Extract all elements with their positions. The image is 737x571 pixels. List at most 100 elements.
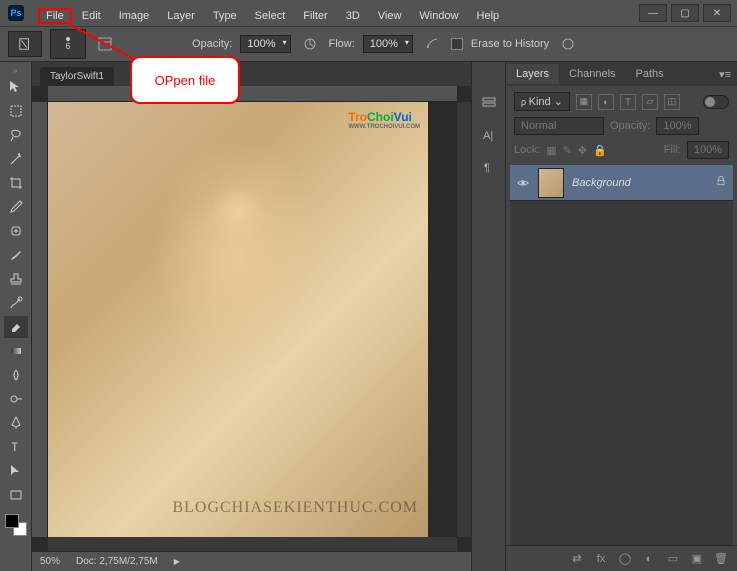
app-icon: Ps: [8, 5, 24, 21]
lasso-tool[interactable]: [4, 124, 28, 146]
image-watermark-bottom: BLOGCHIASEKIENTHUC.COM: [172, 499, 418, 517]
pen-tool[interactable]: [4, 412, 28, 434]
airbrush-icon[interactable]: [421, 33, 443, 55]
canvas[interactable]: TroChoiVui WWW.TROCHOIVUI.COM BLOGCHIASE…: [48, 102, 457, 537]
opacity-select[interactable]: 100%: [240, 35, 290, 53]
heal-tool[interactable]: [4, 220, 28, 242]
paths-tab[interactable]: Paths: [626, 64, 674, 84]
blend-mode-select[interactable]: Normal: [514, 117, 604, 135]
visibility-icon[interactable]: [516, 176, 530, 190]
blur-tool[interactable]: [4, 364, 28, 386]
minimize-button[interactable]: —: [639, 4, 667, 22]
adjustment-layer-icon[interactable]: ◐: [641, 551, 657, 567]
main-area: » T TaylorSwift1: [0, 62, 737, 571]
marquee-tool[interactable]: [4, 100, 28, 122]
filter-shape-icon[interactable]: ▱: [642, 94, 658, 110]
layer-row[interactable]: Background: [510, 165, 733, 201]
opacity-label: Opacity:: [192, 38, 232, 50]
move-tool[interactable]: [4, 76, 28, 98]
paragraph-panel-icon[interactable]: ¶: [478, 156, 500, 178]
menu-layer[interactable]: Layer: [159, 8, 203, 24]
pressure-size-icon[interactable]: [557, 33, 579, 55]
panel-menu-icon[interactable]: ▾≡: [713, 68, 737, 81]
erase-history-checkbox[interactable]: [451, 38, 463, 50]
maximize-button[interactable]: ▢: [671, 4, 699, 22]
layer-style-icon[interactable]: fx: [593, 551, 609, 567]
history-panel-icon[interactable]: [478, 92, 500, 114]
gradient-tool[interactable]: [4, 340, 28, 362]
zoom-level[interactable]: 50%: [40, 556, 60, 567]
group-icon[interactable]: ▭: [665, 551, 681, 567]
menu-3d[interactable]: 3D: [338, 8, 368, 24]
shape-tool[interactable]: [4, 484, 28, 506]
collapsed-panels: A| ¶: [471, 62, 505, 571]
menu-help[interactable]: Help: [469, 8, 508, 24]
menu-window[interactable]: Window: [411, 8, 466, 24]
menu-type[interactable]: Type: [205, 8, 245, 24]
color-swatches[interactable]: [5, 514, 27, 536]
document-tab[interactable]: TaylorSwift1: [40, 67, 114, 86]
character-panel-icon[interactable]: A|: [478, 124, 500, 146]
options-bar: 6 Opacity: 100% Flow: 100% Erase to Hist…: [0, 26, 737, 62]
annotation-callout: OPpen file: [130, 56, 240, 104]
lock-all-icon[interactable]: 🔒: [593, 144, 607, 157]
menu-image[interactable]: Image: [111, 8, 158, 24]
vertical-ruler[interactable]: [32, 102, 48, 537]
document-image: TroChoiVui WWW.TROCHOIVUI.COM BLOGCHIASE…: [48, 102, 428, 537]
svg-text:¶: ¶: [484, 162, 490, 174]
svg-text:A|: A|: [483, 130, 493, 142]
menu-view[interactable]: View: [370, 8, 410, 24]
vertical-scrollbar[interactable]: [457, 102, 471, 537]
stamp-tool[interactable]: [4, 268, 28, 290]
eyedropper-tool[interactable]: [4, 196, 28, 218]
type-tool[interactable]: T: [4, 436, 28, 458]
foreground-color-swatch[interactable]: [5, 514, 19, 528]
new-layer-icon[interactable]: ▣: [689, 551, 705, 567]
document-area: TaylorSwift1 TroChoiVui WWW.TROCHOIVUI.C…: [32, 62, 471, 571]
layer-thumbnail[interactable]: [538, 168, 564, 198]
filter-toggle[interactable]: [703, 95, 729, 109]
menu-filter[interactable]: Filter: [295, 8, 335, 24]
lock-pixels-icon[interactable]: ✎: [563, 144, 572, 157]
menu-edit[interactable]: Edit: [74, 8, 109, 24]
pressure-opacity-icon[interactable]: [299, 33, 321, 55]
tool-preset-picker[interactable]: [8, 31, 42, 57]
crop-tool[interactable]: [4, 172, 28, 194]
brush-preset-picker[interactable]: 6: [50, 29, 86, 59]
channels-tab[interactable]: Channels: [559, 64, 625, 84]
tools-panel: » T: [0, 62, 32, 571]
menu-select[interactable]: Select: [247, 8, 294, 24]
filter-type-icon[interactable]: T: [620, 94, 636, 110]
history-brush-tool[interactable]: [4, 292, 28, 314]
lock-transparent-icon[interactable]: ▦: [546, 144, 556, 157]
filter-smart-icon[interactable]: ◫: [664, 94, 680, 110]
brush-panel-icon[interactable]: [94, 33, 116, 55]
status-bar: 50% Doc: 2,75M/2,75M ▶: [32, 551, 471, 571]
link-layers-icon[interactable]: ⇄: [569, 551, 585, 567]
layer-controls: ρ Kind ⌄ ▦ ◐ T ▱ ◫ Normal Opacity: 100% …: [506, 86, 737, 165]
horizontal-ruler[interactable]: [48, 86, 457, 102]
layer-opacity-value[interactable]: 100%: [656, 117, 698, 135]
path-select-tool[interactable]: [4, 460, 28, 482]
horizontal-scrollbar[interactable]: [48, 537, 457, 551]
close-button[interactable]: ✕: [703, 4, 731, 22]
filter-pixel-icon[interactable]: ▦: [576, 94, 592, 110]
filter-adjust-icon[interactable]: ◐: [598, 94, 614, 110]
wand-tool[interactable]: [4, 148, 28, 170]
flow-select[interactable]: 100%: [363, 35, 413, 53]
lock-label: Lock:: [514, 144, 540, 156]
layer-name[interactable]: Background: [572, 177, 707, 189]
eraser-tool[interactable]: [4, 316, 28, 338]
layers-tab[interactable]: Layers: [506, 64, 559, 84]
dodge-tool[interactable]: [4, 388, 28, 410]
brush-tool[interactable]: [4, 244, 28, 266]
layer-opacity-label: Opacity:: [610, 120, 650, 132]
delete-layer-icon[interactable]: 🗑: [713, 551, 729, 567]
filter-kind-select[interactable]: ρ Kind ⌄: [514, 92, 570, 111]
layer-mask-icon[interactable]: ◯: [617, 551, 633, 567]
fill-value[interactable]: 100%: [687, 141, 729, 159]
lock-icon: [715, 175, 727, 190]
menu-file[interactable]: File: [38, 8, 72, 24]
lock-position-icon[interactable]: ✥: [578, 144, 587, 157]
erase-history-label: Erase to History: [471, 38, 549, 50]
